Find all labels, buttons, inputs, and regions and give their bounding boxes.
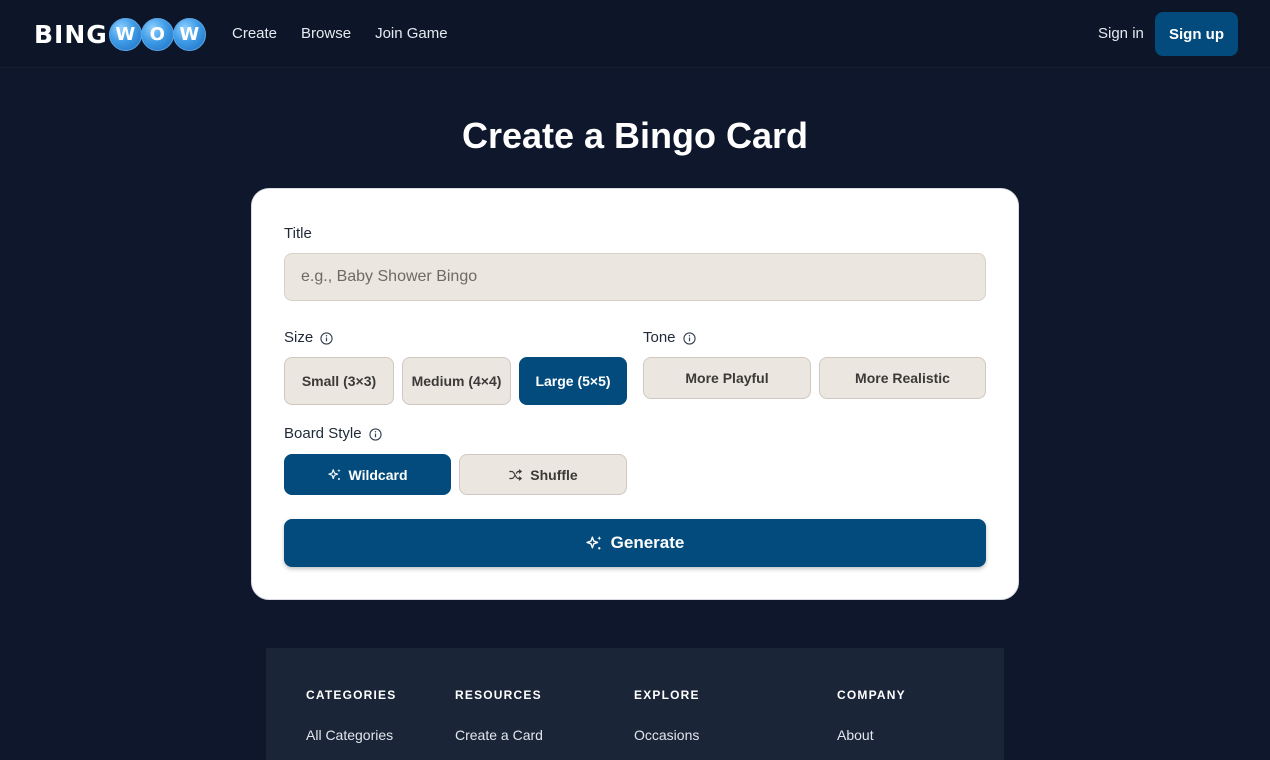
- info-icon[interactable]: [320, 331, 333, 345]
- nav-browse-link[interactable]: Browse: [301, 24, 351, 44]
- footer-link-create-a-card[interactable]: Create a Card: [455, 726, 543, 744]
- footer-link-all-categories[interactable]: All Categories: [306, 726, 396, 744]
- footer-column-resources: RESOURCES Create a Card: [455, 688, 543, 744]
- tone-realistic-option[interactable]: More Realistic: [819, 357, 986, 399]
- logo-ball: O: [140, 17, 174, 51]
- site-footer: CATEGORIES All Categories RESOURCES Crea…: [266, 648, 1004, 760]
- tone-playful-label: More Playful: [685, 370, 769, 386]
- sign-in-link[interactable]: Sign in: [1098, 24, 1144, 44]
- size-large-option[interactable]: Large (5×5): [519, 357, 627, 405]
- main-nav: Create Browse Join Game: [232, 24, 448, 44]
- wildcard-label: Wildcard: [348, 466, 408, 483]
- shuffle-icon: [509, 468, 523, 481]
- size-large-label: Large (5×5): [535, 373, 611, 389]
- generate-button[interactable]: Generate: [284, 519, 986, 567]
- size-label: Size: [284, 328, 333, 348]
- tone-realistic-label: More Realistic: [855, 370, 950, 386]
- board-style-label: Board Style: [284, 424, 382, 444]
- footer-column-company: COMPANY About: [837, 688, 906, 744]
- nav-join-game-link[interactable]: Join Game: [375, 24, 448, 44]
- size-small-option[interactable]: Small (3×3): [284, 357, 394, 405]
- footer-heading: EXPLORE: [634, 688, 700, 702]
- logo-balls: W O W: [108, 17, 206, 51]
- title-label-text: Title: [284, 225, 312, 242]
- footer-link-about[interactable]: About: [837, 726, 906, 744]
- footer-link-occasions[interactable]: Occasions: [634, 726, 700, 744]
- logo-ball-letter: O: [149, 23, 165, 45]
- top-nav-bar: BING W O W Create Browse Join Game Sign …: [0, 0, 1270, 68]
- nav-create-link[interactable]: Create: [232, 24, 277, 44]
- footer-heading: CATEGORIES: [306, 688, 397, 702]
- size-medium-option[interactable]: Medium (4×4): [402, 357, 511, 405]
- info-icon[interactable]: [368, 427, 382, 441]
- title-label: Title: [284, 224, 312, 244]
- logo-ball: W: [172, 17, 206, 51]
- size-label-text: Size: [284, 329, 314, 346]
- shuffle-label: Shuffle: [530, 466, 578, 483]
- footer-column-categories: CATEGORIES All Categories: [306, 688, 396, 744]
- size-small-label: Small (3×3): [301, 373, 377, 389]
- title-input[interactable]: [284, 253, 986, 301]
- info-icon[interactable]: [682, 331, 696, 345]
- logo-ball: W: [108, 17, 142, 51]
- tone-label-text: Tone: [643, 329, 676, 346]
- sparkles-icon: [586, 535, 602, 549]
- board-style-wildcard-option[interactable]: Wildcard: [284, 454, 451, 495]
- logo-ball-letter: W: [115, 23, 136, 45]
- footer-heading: RESOURCES: [455, 688, 542, 702]
- logo-ball-letter: W: [179, 23, 200, 45]
- tone-label: Tone: [643, 328, 696, 348]
- board-style-shuffle-option[interactable]: Shuffle: [459, 454, 627, 495]
- bingwow-logo[interactable]: BING W O W: [34, 17, 206, 51]
- logo-text: BING: [34, 19, 108, 49]
- size-medium-label: Medium (4×4): [411, 373, 502, 389]
- tone-playful-option[interactable]: More Playful: [643, 357, 811, 399]
- board-style-label-text: Board Style: [284, 425, 362, 442]
- sign-up-button[interactable]: Sign up: [1155, 12, 1238, 56]
- footer-heading: COMPANY: [837, 688, 906, 702]
- create-card-form: Title Size Small (3×3) Medium (4×4) Larg…: [251, 188, 1019, 600]
- generate-label: Generate: [610, 533, 685, 552]
- footer-column-explore: EXPLORE Occasions: [634, 688, 700, 744]
- page-title: Create a Bingo Card: [461, 115, 809, 156]
- sparkles-icon: [327, 468, 341, 480]
